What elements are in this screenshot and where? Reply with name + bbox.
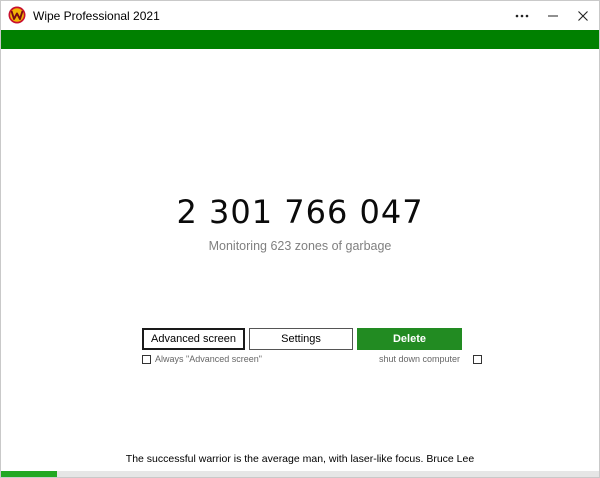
always-advanced-label: Always "Advanced screen" [155, 354, 262, 364]
shutdown-label: shut down computer [379, 354, 461, 364]
more-horizontal-icon [515, 14, 529, 17]
wipe-logo-icon [8, 6, 26, 24]
shutdown-checkbox[interactable] [473, 354, 483, 364]
header-band [1, 30, 599, 49]
window-title: Wipe Professional 2021 [33, 9, 160, 23]
app-window: Wipe Professional 2021 2 301 766 047 Mon… [0, 0, 600, 478]
always-advanced-checkbox[interactable] [142, 354, 151, 364]
settings-button[interactable]: Settings [249, 328, 353, 350]
close-button[interactable] [567, 1, 599, 30]
more-options-button[interactable] [506, 1, 538, 30]
progress-fill [1, 471, 57, 477]
delete-button[interactable]: Delete [357, 328, 462, 350]
garbage-counter: 2 301 766 047 [176, 193, 424, 231]
progress-bar [1, 471, 599, 477]
close-icon [578, 10, 588, 21]
monitoring-status: Monitoring 623 zones of garbage [208, 239, 392, 253]
advanced-screen-button[interactable]: Advanced screen [142, 328, 245, 350]
always-advanced-option[interactable]: Always "Advanced screen" [142, 353, 262, 365]
footer-quote: The successful warrior is the average ma… [125, 453, 475, 465]
title-bar: Wipe Professional 2021 [1, 1, 599, 30]
shutdown-option[interactable]: shut down computer [379, 353, 483, 365]
minimize-icon [548, 15, 558, 16]
minimize-button[interactable] [537, 1, 569, 30]
